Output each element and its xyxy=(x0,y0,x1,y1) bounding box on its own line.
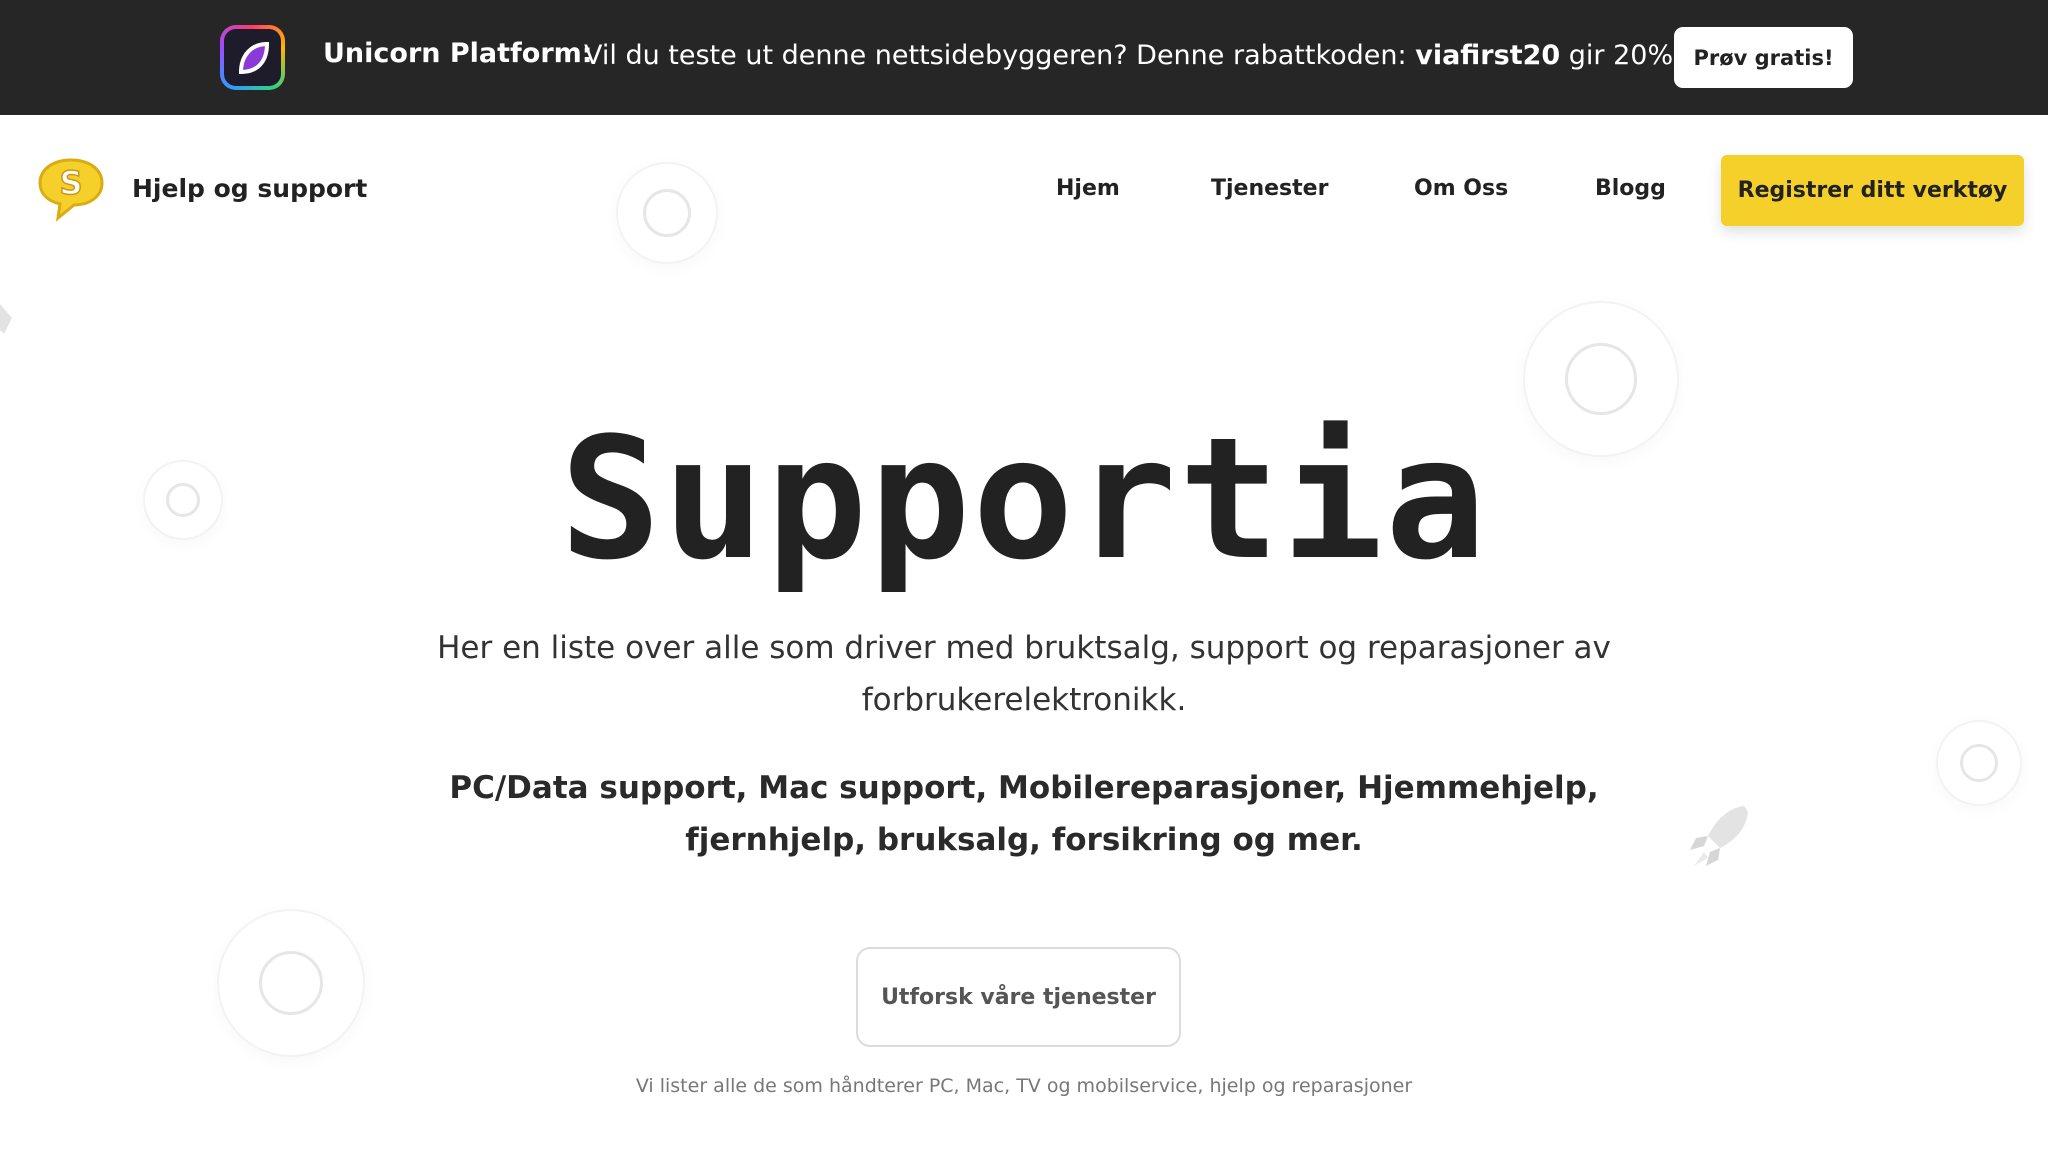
decorative-bubble xyxy=(219,911,363,1055)
site-logo-icon[interactable]: S xyxy=(36,156,106,222)
hero-services-list: PC/Data support, Mac support, Mobilerepa… xyxy=(449,770,1599,858)
promo-text: Vil du teste ut denne nettsidebyggeren? … xyxy=(584,40,1682,71)
hero-footnote: Vi lister alle de som håndterer PC, Mac,… xyxy=(635,1075,1413,1097)
promo-text-before: Vil du teste ut denne nettsidebyggeren? … xyxy=(584,40,1416,71)
nav-link-blogg[interactable]: Blogg xyxy=(1595,176,1666,201)
register-tool-button[interactable]: Registrer ditt verktøy xyxy=(1721,155,2024,226)
rocket-icon xyxy=(0,304,12,334)
rocket-icon xyxy=(1690,806,1748,866)
hero-title: Supportia xyxy=(559,401,1489,597)
unicorn-platform-logo-icon[interactable] xyxy=(220,25,285,90)
try-free-button[interactable]: Prøv gratis! xyxy=(1674,27,1853,88)
promo-brand: Unicorn Platform: xyxy=(323,38,593,69)
nav-link-om-oss[interactable]: Om Oss xyxy=(1414,176,1508,201)
promo-text-after: gir 20%. xyxy=(1560,40,1682,71)
decorative-bubble xyxy=(1938,722,2020,804)
nav-link-hjem[interactable]: Hjem xyxy=(1056,176,1120,201)
hero-description: Her en liste over alle som driver med br… xyxy=(437,630,1611,718)
promo-banner: Unicorn Platform: Vil du teste ut denne … xyxy=(0,0,2048,115)
explore-services-button[interactable]: Utforsk våre tjenester xyxy=(856,947,1181,1047)
decorative-bubble xyxy=(618,164,716,262)
site-name[interactable]: Hjelp og support xyxy=(132,174,367,203)
nav-link-tjenester[interactable]: Tjenester xyxy=(1211,176,1328,201)
logo-letter: S xyxy=(59,164,82,202)
promo-code: viafirst20 xyxy=(1415,40,1561,71)
